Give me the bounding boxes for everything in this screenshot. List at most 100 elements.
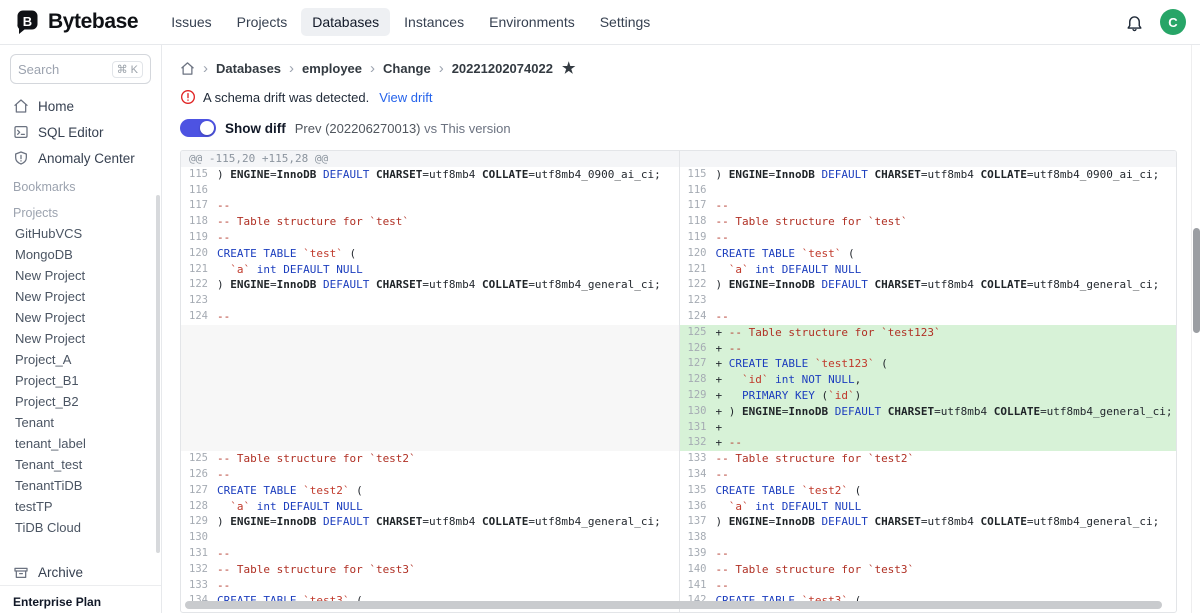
sidebar-project-12-tenanttidb[interactable]: TenantTiDB [0,475,161,496]
line-number: 139 [680,546,716,562]
section-label-bookmarks: Bookmarks [0,171,161,197]
scrollbar-thumb[interactable] [1193,228,1200,333]
line-number: 128 [181,499,217,515]
schema-drift-alert: A schema drift was detected. View drift [180,87,1177,107]
sidebar-project-7-project-b1[interactable]: Project_B1 [0,370,161,391]
diff-line: 129+ PRIMARY KEY (`id`) [680,388,1177,404]
line-number: 129 [680,388,716,404]
diff-line: 127+ CREATE TABLE `test123` ( [680,356,1177,372]
line-number: 128 [680,372,716,388]
diff-line: 115) ENGINE=InnoDB DEFAULT CHARSET=utf8m… [680,167,1177,183]
sidebar-project-1-mongodb[interactable]: MongoDB [0,244,161,265]
sidebar-footer: Archive Enterprise Plan [0,559,161,613]
sidebar-project-0-githubvcs[interactable]: GitHubVCS [0,223,161,244]
nav-item-environments[interactable]: Environments [478,8,586,36]
brand[interactable]: B Bytebase [14,9,138,36]
sidebar-project-5-new-project[interactable]: New Project [0,328,161,349]
svg-text:B: B [23,13,32,28]
line-number: 122 [680,277,716,293]
line-number: 118 [680,214,716,230]
nav-item-projects[interactable]: Projects [226,8,299,36]
view-drift-link[interactable]: View drift [379,90,432,105]
compare-text: Prev (202206270013) vs This version [295,121,511,136]
notifications-bell-icon[interactable] [1125,13,1144,32]
sidebar-item-sql-editor[interactable]: SQL Editor [0,119,161,145]
line-number: 121 [181,262,217,278]
sidebar: Search ⌘ K Home SQL Editor Anomaly Cen [0,45,162,613]
page-scrollbar[interactable] [1191,45,1200,613]
nav-item-issues[interactable]: Issues [160,8,222,36]
line-number: 125 [680,325,716,341]
nav-item-instances[interactable]: Instances [393,8,475,36]
diff-line: 124-- [680,309,1177,325]
prev-version-text: Prev (202206270013) [295,121,421,136]
code-text: -- [217,467,230,483]
diff-line: 125-- Table structure for `test2` [181,451,679,467]
sidebar-project-6-project-a[interactable]: Project_A [0,349,161,370]
code-text: -- [716,230,729,246]
breadcrumb-item-databases[interactable]: Databases [216,61,281,76]
breadcrumb-item-employee[interactable]: employee [302,61,362,76]
line-number: 116 [181,183,217,199]
sidebar-project-3-new-project[interactable]: New Project [0,286,161,307]
code-text: CREATE TABLE `test2` ( [217,483,363,499]
code-text: -- [217,198,230,214]
code-text: ) ENGINE=InnoDB DEFAULT CHARSET=utf8mb4 … [217,514,661,530]
diff-line [181,341,679,357]
line-number: 117 [680,198,716,214]
sidebar-project-4-new-project[interactable]: New Project [0,307,161,328]
breadcrumb-item-change[interactable]: Change [383,61,431,76]
diff-line: 119-- [181,230,679,246]
sidebar-project-14-tidb-cloud[interactable]: TiDB Cloud [0,517,161,538]
sidebar-item-home[interactable]: Home [0,93,161,119]
top-navigation: B Bytebase IssuesProjectsDatabasesInstan… [0,0,1200,45]
code-text: `a` int DEFAULT NULL [217,499,363,515]
diff-line: 121 `a` int DEFAULT NULL [181,262,679,278]
code-text: ) ENGINE=InnoDB DEFAULT CHARSET=utf8mb4 … [217,277,661,293]
sidebar-project-13-testtp[interactable]: testTP [0,496,161,517]
diff-line: 140-- Table structure for `test3` [680,562,1177,578]
diff-line: 120CREATE TABLE `test` ( [181,246,679,262]
search-input[interactable]: Search ⌘ K [10,54,151,84]
diff-line: 126+ -- [680,341,1177,357]
diff-horizontal-scrollbar[interactable] [185,601,1172,609]
diff-line: 125+ -- Table structure for `test123` [680,325,1177,341]
code-text: CREATE TABLE `test` ( [716,246,855,262]
sidebar-project-11-tenant-test[interactable]: Tenant_test [0,454,161,475]
code-text: -- [716,198,729,214]
code-text: + [716,420,729,436]
line-number [181,325,217,341]
breadcrumb: ›Databases›employee›Change›2022120207402… [180,57,1177,79]
sidebar-project-2-new-project[interactable]: New Project [0,265,161,286]
avatar[interactable]: C [1160,9,1186,35]
nav-item-settings[interactable]: Settings [589,8,662,36]
show-diff-toggle[interactable] [180,119,216,137]
main-content: ›Databases›employee›Change›2022120207402… [162,45,1191,613]
breadcrumb-home-icon[interactable] [180,61,195,76]
line-number: 116 [680,183,716,199]
hunk-header-text [680,151,1177,167]
scrollbar-thumb[interactable] [185,601,1162,609]
line-number: 131 [680,420,716,436]
sidebar-item-anomaly-center[interactable]: Anomaly Center [0,145,161,171]
sidebar-project-10-tenant-label[interactable]: tenant_label [0,433,161,454]
line-number: 135 [680,483,716,499]
diff-line: 135CREATE TABLE `test2` ( [680,483,1177,499]
archive-box-icon [13,564,29,580]
brand-name: Bytebase [48,10,138,34]
sidebar-item-label: Archive [38,565,83,580]
sidebar-item-archive[interactable]: Archive [0,559,161,585]
sidebar-project-8-project-b2[interactable]: Project_B2 [0,391,161,412]
diff-line: 138 [680,530,1177,546]
line-number [181,404,217,420]
line-number [181,356,217,372]
diff-line: 130+ ) ENGINE=InnoDB DEFAULT CHARSET=utf… [680,404,1177,420]
sidebar-project-9-tenant[interactable]: Tenant [0,412,161,433]
nav-item-databases[interactable]: Databases [301,8,390,36]
bookmark-star-icon[interactable]: ★ [562,61,575,76]
breadcrumb-item-20221202074022[interactable]: 20221202074022 [452,61,553,76]
diff-line [181,388,679,404]
diff-line: 133-- Table structure for `test2` [680,451,1177,467]
sidebar-scrollbar[interactable] [156,195,160,553]
line-number [181,372,217,388]
